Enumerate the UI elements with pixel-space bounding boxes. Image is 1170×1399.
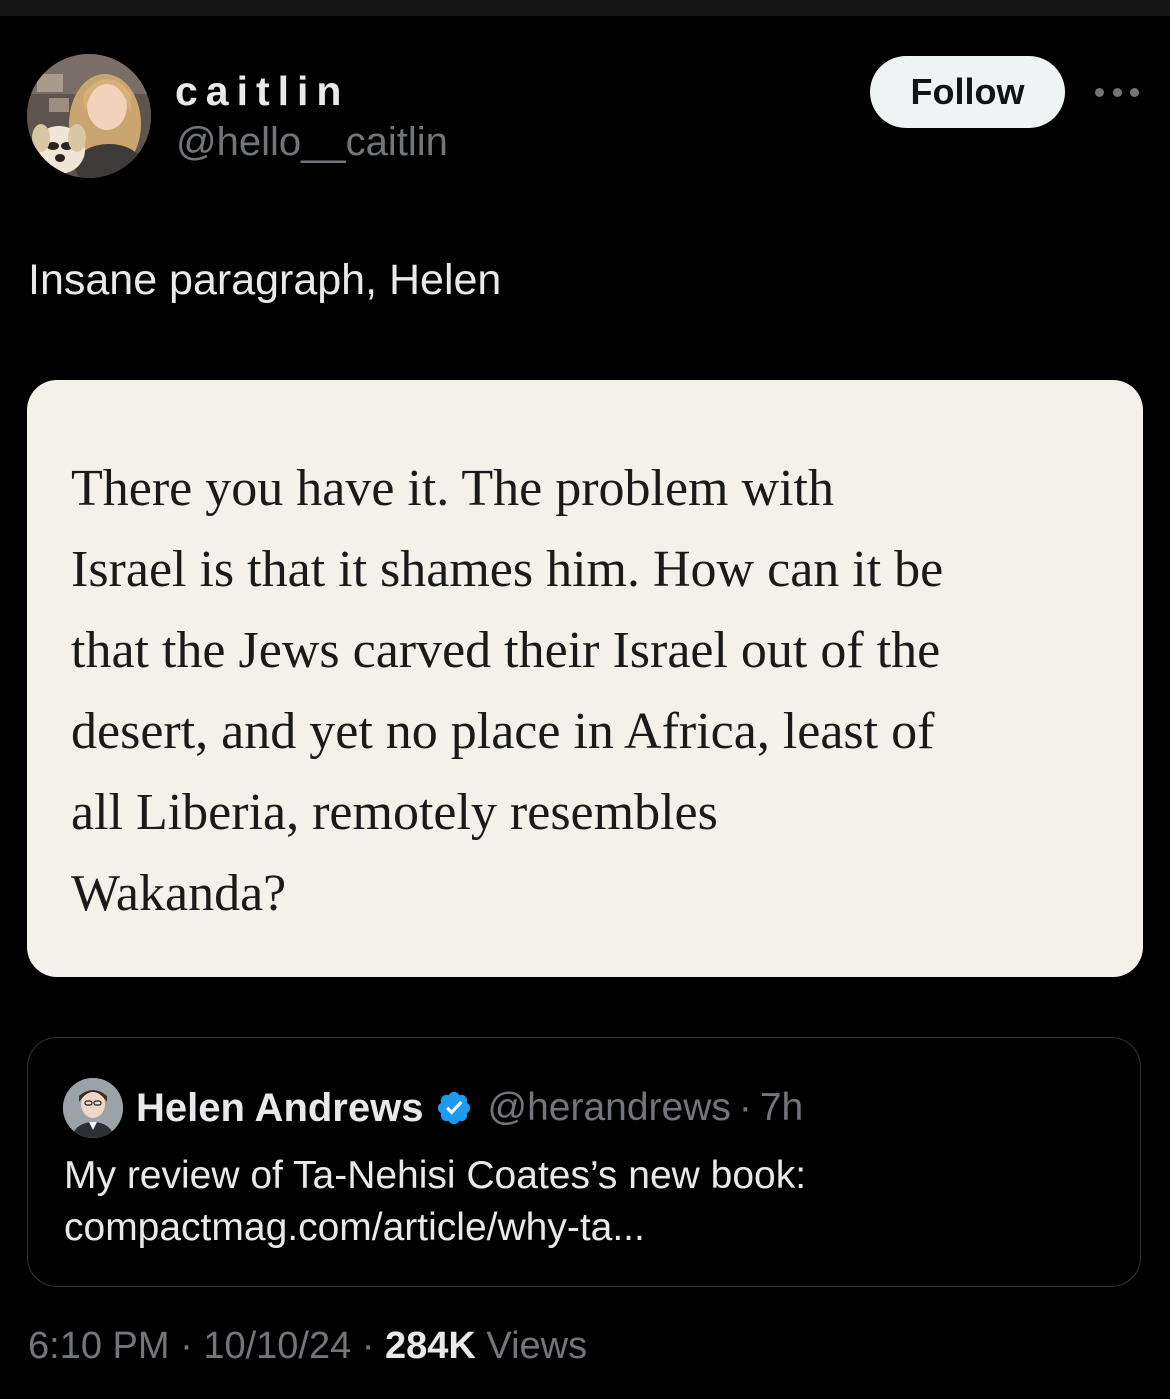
quoted-body-link[interactable]: compactmag.com/article/why-ta...	[64, 1202, 806, 1254]
image-text-line: Israel is that it shames him. How can it…	[71, 541, 944, 598]
dot	[1095, 87, 1104, 97]
author-handle[interactable]: @hello__caitlin	[176, 118, 448, 166]
quoted-tweet-header: Helen Andrews @herandrews · 7h	[136, 1080, 803, 1136]
views-count[interactable]: 284K	[385, 1325, 476, 1367]
quoted-author-avatar[interactable]	[63, 1078, 123, 1138]
avatar-photo-image	[27, 54, 151, 178]
tweet-date[interactable]: 10/10/24	[203, 1325, 351, 1367]
tweet-time[interactable]: 6:10 PM	[28, 1325, 170, 1367]
image-text-line: Wakanda?	[71, 865, 287, 922]
quoted-avatar-photo-image	[63, 1078, 123, 1138]
quoted-tweet-time[interactable]: 7h	[760, 1086, 803, 1130]
image-text-line: There you have it. The problem with	[71, 460, 834, 517]
image-text-line: desert, and yet no place in Africa, leas…	[71, 703, 935, 760]
quoted-body-line: My review of Ta-Nehisi Coates’s new book…	[64, 1154, 807, 1197]
tweet-text: Insane paragraph, Helen	[28, 256, 502, 304]
tweet-image[interactable]: There you have it. The problem with Isra…	[27, 380, 1143, 977]
quoted-author-name[interactable]: Helen Andrews	[136, 1086, 423, 1131]
follow-button[interactable]: Follow	[870, 56, 1065, 128]
separator-dot: ·	[738, 1086, 752, 1129]
quoted-tweet-body: My review of Ta-Nehisi Coates’s new book…	[64, 1150, 806, 1254]
image-text-line: that the Jews carved their Israel out of…	[71, 622, 941, 679]
tweet-meta: 6:10 PM · 10/10/24 · 284K Views	[28, 1320, 587, 1372]
image-text-line: all Liberia, remotely resembles	[71, 784, 718, 841]
top-strip	[0, 0, 1170, 16]
dot	[1130, 87, 1139, 97]
quoted-author-handle[interactable]: @herandrews	[487, 1086, 730, 1130]
author-display-name[interactable]: caitlin	[175, 66, 349, 116]
views-label: Views	[475, 1325, 588, 1367]
author-avatar[interactable]	[27, 54, 151, 178]
dot	[1112, 87, 1122, 97]
image-quote-text: There you have it. The problem with Isra…	[71, 448, 1111, 934]
tweet-page: caitlin @hello__caitlin Follow Insane pa…	[0, 0, 1170, 1399]
verified-badge-icon	[438, 1091, 471, 1125]
quoted-tweet-card[interactable]: Helen Andrews @herandrews · 7h My review…	[27, 1037, 1141, 1287]
meta-separator: ·	[351, 1325, 386, 1367]
more-horizontal-icon[interactable]	[1095, 82, 1139, 102]
meta-separator: ·	[169, 1325, 204, 1367]
